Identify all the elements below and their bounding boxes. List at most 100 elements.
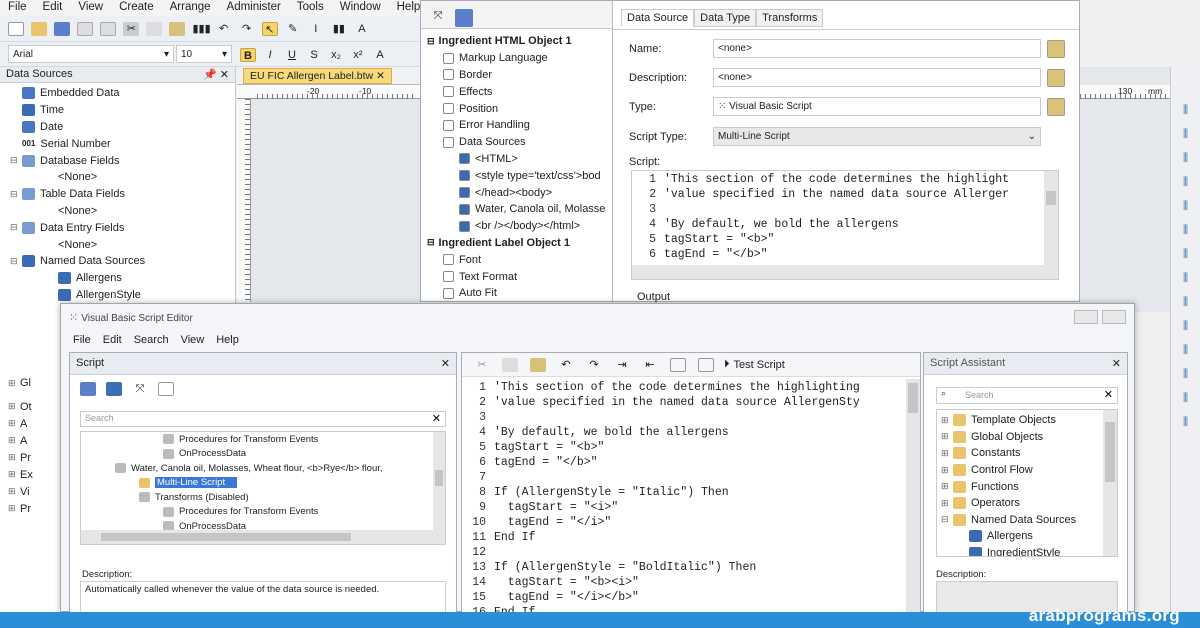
redo-icon[interactable]: ↷: [239, 22, 255, 36]
pencil-icon[interactable]: ✎: [285, 22, 301, 36]
vertical-scrollbar[interactable]: [1103, 410, 1117, 556]
data-source-group[interactable]: ⊞ A: [8, 432, 60, 449]
page-icon[interactable]: [158, 382, 174, 396]
close-icon[interactable]: ✕: [441, 357, 450, 370]
copy-icon[interactable]: [146, 22, 163, 36]
name-edit-icon[interactable]: [1047, 40, 1065, 58]
data-source-item[interactable]: Time: [10, 102, 235, 119]
test-script-button[interactable]: ⏵ Test Script: [724, 358, 785, 371]
format-button-5[interactable]: x²: [350, 48, 366, 62]
menu-create[interactable]: Create: [111, 0, 162, 16]
tab-data-source[interactable]: Data Source: [621, 9, 695, 27]
horizontal-scrollbar[interactable]: [632, 265, 1058, 279]
align-tool-icon[interactable]: ⫼: [1178, 223, 1194, 237]
align-tool-icon[interactable]: ⫼: [1178, 415, 1194, 429]
expand-icon[interactable]: ⊞: [8, 418, 20, 429]
properties-tree-item[interactable]: Markup Language: [427, 50, 612, 67]
open-icon[interactable]: [31, 22, 48, 36]
tab-transforms[interactable]: Transforms: [756, 9, 824, 27]
name-field[interactable]: <none>: [713, 39, 1041, 58]
expand-icon[interactable]: ⊞: [8, 486, 20, 497]
comment-icon[interactable]: [670, 357, 686, 372]
properties-tree-item[interactable]: Water, Canola oil, Molasse: [427, 201, 612, 218]
script-preview[interactable]: 1 'This section of the code determines th…: [631, 170, 1059, 280]
expand-icon[interactable]: ⊞: [8, 452, 20, 463]
align-tool-icon[interactable]: ⫼: [1178, 343, 1194, 357]
tree-view-icon[interactable]: [455, 9, 473, 27]
expand-icon[interactable]: ⊞: [941, 481, 953, 492]
vbs-menu-view[interactable]: View: [175, 334, 211, 346]
align-tool-icon[interactable]: ⫼: [1178, 199, 1194, 213]
data-source-group[interactable]: ⊞ Ot: [8, 398, 60, 415]
type-edit-icon[interactable]: [1047, 98, 1065, 116]
data-source-group[interactable]: ⊞ A: [8, 415, 60, 432]
format-button-4[interactable]: x₂: [328, 48, 344, 62]
paste-icon[interactable]: [169, 22, 186, 36]
paste-icon[interactable]: [530, 357, 546, 372]
data-source-item[interactable]: <None>: [10, 169, 235, 186]
pin-icon[interactable]: 📌 ✕: [203, 68, 229, 81]
expand-icon[interactable]: ⊞: [941, 431, 953, 442]
menu-edit[interactable]: Edit: [35, 0, 71, 16]
copy-icon[interactable]: [502, 357, 518, 372]
assistant-tree-item[interactable]: ⊞ Global Objects: [941, 429, 1117, 446]
assistant-tree-item[interactable]: Allergens: [941, 528, 1117, 545]
expand-icon[interactable]: ⊞: [941, 448, 953, 459]
barcode-tool-icon[interactable]: ▮▮: [331, 22, 347, 36]
script-tree-item[interactable]: Transforms (Disabled): [91, 490, 445, 505]
align-tool-icon[interactable]: ⫼: [1178, 391, 1194, 405]
expand-icon[interactable]: ⊞: [941, 465, 953, 476]
align-tool-icon[interactable]: ⫼: [1178, 247, 1194, 261]
align-tool-icon[interactable]: ⫼: [1178, 175, 1194, 189]
data-source-item[interactable]: ⊟ Database Fields: [10, 152, 235, 169]
script-tree-item[interactable]: Procedures for Transform Events: [91, 505, 445, 520]
assistant-tree-item[interactable]: ⊞ Operators: [941, 495, 1117, 512]
assistant-tree-item[interactable]: ⊞ Control Flow: [941, 462, 1117, 479]
pointer-tool-icon[interactable]: ↖: [261, 22, 278, 36]
vbs-menu-help[interactable]: Help: [210, 334, 245, 346]
minimize-button[interactable]: [1074, 310, 1098, 324]
assistant-tree-item[interactable]: ⊞ Functions: [941, 478, 1117, 495]
assistant-tree-item[interactable]: ⊞ Constants: [941, 445, 1117, 462]
menu-window[interactable]: Window: [332, 0, 389, 16]
collapse-icon[interactable]: ⊟: [10, 155, 22, 166]
align-tool-icon[interactable]: ⫼: [1178, 367, 1194, 381]
print-preview-icon[interactable]: [77, 22, 94, 36]
align-tool-icon[interactable]: ⫼: [1178, 151, 1194, 165]
horizontal-scrollbar[interactable]: [81, 530, 445, 544]
expand-icon[interactable]: ⊞: [8, 503, 20, 514]
properties-tree-item[interactable]: Border: [427, 67, 612, 84]
print-icon[interactable]: [100, 22, 117, 36]
properties-tree-item[interactable]: Auto Fit: [427, 285, 612, 302]
properties-tree-item[interactable]: Text Format: [427, 268, 612, 285]
data-source-item[interactable]: Embedded Data: [10, 85, 235, 102]
vertical-scrollbar[interactable]: [433, 432, 445, 532]
collapse-icon[interactable]: ⊟: [427, 36, 435, 47]
uncomment-icon[interactable]: [698, 357, 714, 372]
cut-icon[interactable]: ✂: [123, 22, 140, 36]
collapse-icon[interactable]: ⊟: [10, 256, 22, 267]
tree-view-icon[interactable]: [80, 382, 96, 396]
align-tool-icon[interactable]: ⫼: [1178, 127, 1194, 141]
save-icon[interactable]: [54, 22, 71, 36]
expand-icon[interactable]: ⊞: [941, 415, 953, 426]
properties-tree-item[interactable]: <HTML>: [427, 151, 612, 168]
script-type-select[interactable]: Multi-Line Script ⌄: [713, 127, 1041, 146]
script-tree-item[interactable]: Procedures for Transform Events: [91, 432, 445, 447]
script-tree-item[interactable]: Water, Canola oil, Molasses, Wheat flour…: [91, 461, 445, 476]
collapse-icon[interactable]: ⤧: [429, 9, 447, 27]
data-source-group[interactable]: ⊞ Pr: [8, 449, 60, 466]
collapse-icon[interactable]: ⊟: [10, 222, 22, 233]
expand-icon[interactable]: ⊞: [941, 498, 953, 509]
properties-tree-item[interactable]: Font: [427, 251, 612, 268]
text-tool-icon[interactable]: A: [354, 22, 370, 36]
expand-icon[interactable]: ⊞: [8, 435, 20, 446]
script-tree-item[interactable]: Multi-Line Script: [91, 476, 445, 491]
data-source-group[interactable]: ⊞ Vi: [8, 483, 60, 500]
clear-search-icon[interactable]: ✕: [432, 412, 441, 425]
align-tool-icon[interactable]: ⫼: [1178, 319, 1194, 333]
vertical-scrollbar[interactable]: [1044, 171, 1058, 267]
tab-data-type[interactable]: Data Type: [694, 9, 757, 27]
properties-tree-item[interactable]: Data Sources: [427, 134, 612, 151]
undo-icon[interactable]: ↶: [558, 358, 574, 372]
